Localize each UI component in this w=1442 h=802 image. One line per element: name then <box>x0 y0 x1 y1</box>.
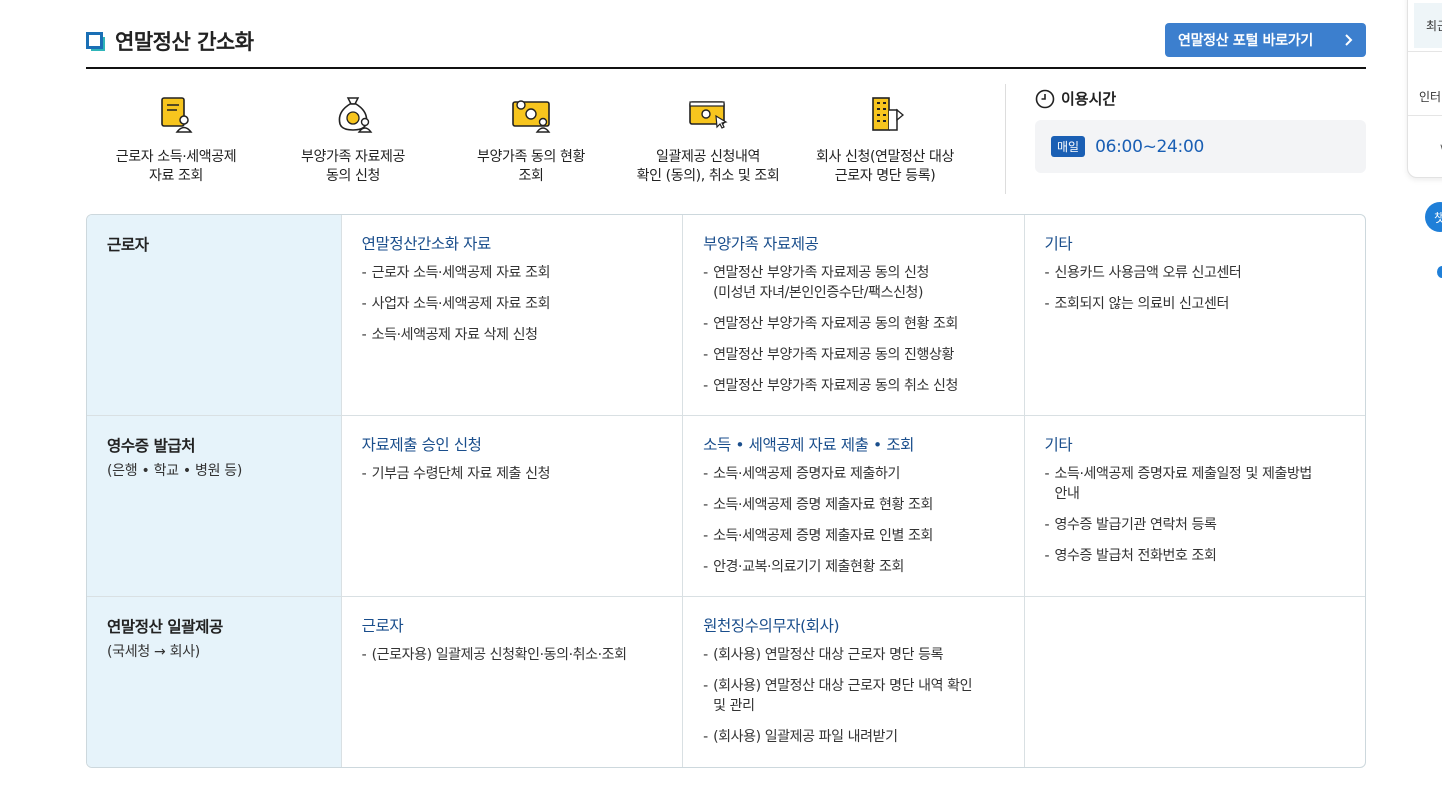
money-bag-person-icon <box>338 97 373 133</box>
list-item[interactable]: 사업자 소득·세액공제 자료 조회 <box>362 294 662 314</box>
table-row-worker: 근로자 연말정산간소화 자료 근로자 소득·세액공제 자료 조회 사업자 소득·… <box>87 215 1365 416</box>
row-title: 연말정산 일괄제공 <box>107 618 223 636</box>
row-header: 근로자 <box>87 215 341 415</box>
quick-item-label: 부양가족 동의 현황 조회 <box>477 149 585 184</box>
table-cell: 원천징수의무자(회사) (회사용) 연말정산 대상 근로자 명단 등록 (회사용… <box>682 597 1023 767</box>
list-item[interactable]: 안경·교복·의료기기 제출현황 조회 <box>703 557 1003 577</box>
quick-item-consent-status[interactable]: 부양가족 동의 현황 조회 <box>446 84 616 186</box>
title-wrap: 연말정산 간소화 <box>86 26 254 56</box>
portal-link-button[interactable]: 연말정산 포털 바로가기 <box>1165 23 1366 57</box>
service-hours-box: 매일 06:00~24:00 <box>1035 120 1366 173</box>
table-row-bulk-provision: 연말정산 일괄제공 (국세청 → 회사) 근로자 (근로자용) 일괄제공 신청확… <box>87 597 1365 767</box>
cell-title-link[interactable]: 기타 <box>1045 232 1345 254</box>
side-recent-tab[interactable]: 최근 <box>1414 3 1442 48</box>
list-item[interactable]: (회사용) 연말정산 대상 근로자 명단 내역 확인 및 관리 <box>703 676 1003 716</box>
quick-item-label: 근로자 소득·세액공제 자료 조회 <box>115 149 237 184</box>
cell-title-link[interactable]: 원천징수의무자(회사) <box>703 614 1003 636</box>
quick-item-company-apply[interactable]: 회사 신청(연말정산 대상 근로자 명단 등록) <box>800 84 970 186</box>
table-row-receipt-issuer: 영수증 발급처 (은행 • 학교 • 병원 등) 자료제출 승인 신청 기부금 … <box>87 416 1365 597</box>
cell-title-link[interactable]: 부양가족 자료제공 <box>703 232 1003 254</box>
list-item[interactable]: (회사용) 일괄제공 파일 내려받기 <box>703 727 1003 747</box>
table-cell-empty <box>1023 597 1365 767</box>
cell-title-link[interactable]: 소득 • 세액공제 자료 제출 • 조회 <box>703 433 1003 455</box>
list-item[interactable]: 소득·세액공제 증명 제출자료 현황 조회 <box>703 495 1003 515</box>
list-item[interactable]: 신용카드 사용금액 오류 신고센터 <box>1045 263 1345 283</box>
table-cell: 기타 소득·세액공제 증명자료 제출일정 및 제출방법 안내 영수증 발급기관 … <box>1023 416 1365 596</box>
quick-item-label: 일괄제공 신청내역 확인 (동의), 취소 및 조회 <box>636 149 780 184</box>
table-cell: 자료제출 승인 신청 기부금 수령단체 자료 제출 신청 <box>340 416 682 596</box>
list-item[interactable]: 영수증 발급처 전화번호 조회 <box>1045 546 1345 566</box>
list-item[interactable]: 소득·세액공제 증명자료 제출일정 및 제출방법 안내 <box>1045 464 1345 504</box>
quick-item-label: 부양가족 자료제공 동의 신청 <box>301 149 405 184</box>
list-item[interactable]: 소득·세액공제 증명 제출자료 인별 조회 <box>703 526 1003 546</box>
side-divider <box>1408 115 1442 116</box>
quick-item-family-consent[interactable]: 부양가족 자료제공 동의 신청 <box>268 84 438 186</box>
document-person-icon <box>161 97 193 133</box>
list-item[interactable]: (회사용) 연말정산 대상 근로자 명단 등록 <box>703 645 1003 665</box>
portal-link-label: 연말정산 포털 바로가기 <box>1178 33 1313 49</box>
row-subtitle: (국세청 → 회사) <box>107 644 200 660</box>
quick-menu: 근로자 소득·세액공제 자료 조회 부양가족 자료제공 동의 신청 부양가족 동… <box>86 84 1006 194</box>
chevron-right-icon <box>1345 34 1353 46</box>
family-card-icon <box>512 100 551 133</box>
quick-divider <box>1005 84 1006 194</box>
table-cell: 기타 신용카드 사용금액 오류 신고센터 조회되지 않는 의료비 신고센터 <box>1023 215 1365 415</box>
list-item[interactable]: 연말정산 부양가족 자료제공 동의 현황 조회 <box>703 314 1003 334</box>
quick-item-bulk-provision[interactable]: 일괄제공 신청내역 확인 (동의), 취소 및 조회 <box>623 84 793 186</box>
cell-title-link[interactable]: 자료제출 승인 신청 <box>362 433 662 455</box>
side-divider <box>1408 51 1442 52</box>
chatbot-button[interactable]: 챗 <box>1425 202 1442 232</box>
side-quick-panel: 최근 인터 ∨ <box>1407 0 1442 178</box>
list-item[interactable]: 기부금 수령단체 자료 제출 신청 <box>362 464 662 484</box>
cell-title-link[interactable]: 근로자 <box>362 614 662 636</box>
list-item[interactable]: 소득·세액공제 자료 삭제 신청 <box>362 325 662 345</box>
quick-item-deduction-lookup[interactable]: 근로자 소득·세액공제 자료 조회 <box>91 84 261 186</box>
side-internet-link[interactable]: 인터 <box>1419 88 1441 105</box>
table-cell: 연말정산간소화 자료 근로자 소득·세액공제 자료 조회 사업자 소득·세액공제… <box>340 215 682 415</box>
service-hours-title: 이용시간 <box>1061 90 1117 108</box>
row-header: 영수증 발급처 (은행 • 학교 • 병원 등) <box>87 416 341 596</box>
page-header: 연말정산 간소화 연말정산 포털 바로가기 <box>86 20 1366 69</box>
service-hours: 이용시간 매일 06:00~24:00 <box>1035 88 1366 173</box>
row-header: 연말정산 일괄제공 (국세청 → 회사) <box>87 597 341 767</box>
table-cell: 소득 • 세액공제 자료 제출 • 조회 소득·세액공제 증명자료 제출하기 소… <box>682 416 1023 596</box>
cell-title-link[interactable]: 기타 <box>1045 433 1345 455</box>
table-cell: 부양가족 자료제공 연말정산 부양가족 자료제공 동의 신청 (미성년 자녀/본… <box>682 215 1023 415</box>
list-item[interactable]: 연말정산 부양가족 자료제공 동의 신청 (미성년 자녀/본인인증수단/팩스신청… <box>703 263 1003 303</box>
building-flag-icon <box>872 97 905 131</box>
title-square-icon <box>86 31 105 51</box>
list-item[interactable]: 소득·세액공제 증명자료 제출하기 <box>703 464 1003 484</box>
service-table: 근로자 연말정산간소화 자료 근로자 소득·세액공제 자료 조회 사업자 소득·… <box>86 214 1366 768</box>
list-item[interactable]: 연말정산 부양가족 자료제공 동의 진행상황 <box>703 345 1003 365</box>
row-subtitle: (은행 • 학교 • 병원 등) <box>107 463 243 479</box>
chatbot-label: 챗 <box>1434 210 1442 225</box>
row-title: 영수증 발급처 <box>107 437 196 455</box>
service-hours-heading: 이용시간 <box>1035 88 1366 109</box>
cell-title-link[interactable]: 연말정산간소화 자료 <box>362 232 662 254</box>
list-item[interactable]: 근로자 소득·세액공제 자료 조회 <box>362 263 662 283</box>
quick-item-label: 회사 신청(연말정산 대상 근로자 명단 등록) <box>816 149 954 184</box>
daily-badge: 매일 <box>1051 136 1086 157</box>
monitor-click-icon <box>689 101 728 129</box>
table-cell: 근로자 (근로자용) 일괄제공 신청확인·동의·취소·조회 <box>340 597 682 767</box>
list-item[interactable]: 영수증 발급기관 연락처 등록 <box>1045 515 1345 535</box>
service-hours-value: 06:00~24:00 <box>1095 136 1205 157</box>
list-item[interactable]: 연말정산 부양가족 자료제공 동의 취소 신청 <box>703 376 1003 396</box>
page-title: 연말정산 간소화 <box>115 30 254 54</box>
row-title: 근로자 <box>107 236 149 254</box>
list-item[interactable]: (근로자용) 일괄제공 신청확인·동의·취소·조회 <box>362 645 662 665</box>
floating-dot-button[interactable] <box>1437 266 1442 278</box>
clock-icon <box>1035 89 1055 108</box>
list-item[interactable]: 조회되지 않는 의료비 신고센터 <box>1045 294 1345 314</box>
